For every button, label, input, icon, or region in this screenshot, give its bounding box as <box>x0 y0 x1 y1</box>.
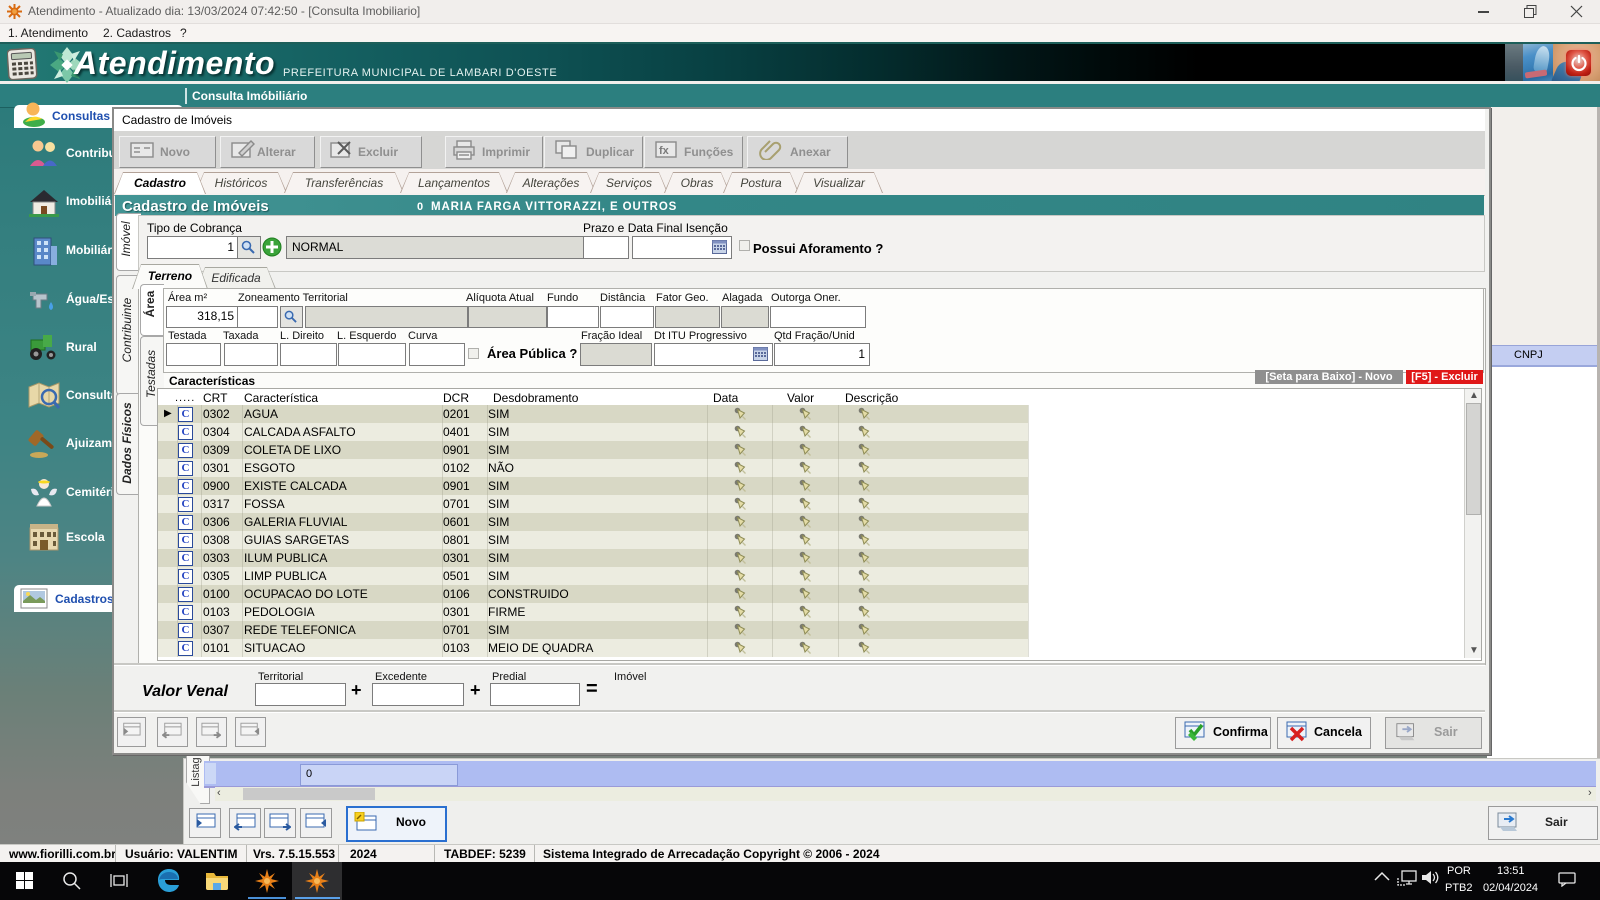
svg-text:fx: fx <box>659 145 670 157</box>
